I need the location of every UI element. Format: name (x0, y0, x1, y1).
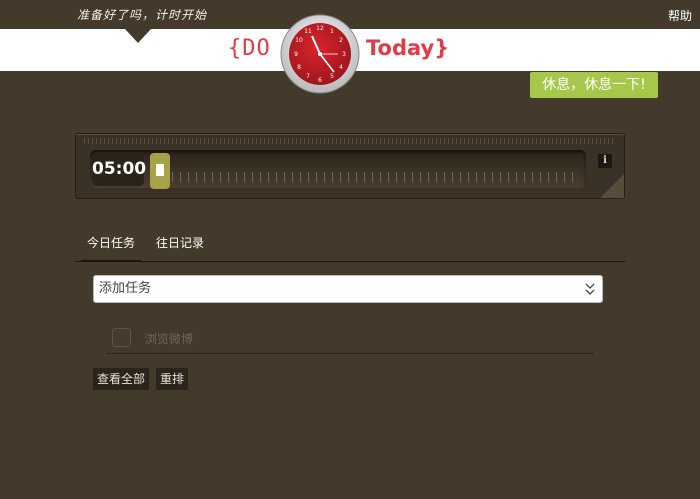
help-link[interactable]: 帮助 (668, 7, 692, 24)
svg-text:10: 10 (295, 37, 303, 44)
svg-text:6: 6 (318, 77, 322, 84)
reorder-button[interactable]: 重排 (156, 368, 189, 390)
timer-panel: 05:00 i (75, 133, 625, 199)
tab-history[interactable]: 往日记录 (150, 236, 210, 262)
svg-text:3: 3 (342, 51, 346, 58)
timer-ruler (84, 138, 616, 144)
view-all-button[interactable]: 查看全部 (93, 368, 150, 390)
logo-text-left: {DO (228, 36, 271, 61)
clock-icon: 12 1 2 3 4 5 6 7 8 9 10 11 (280, 14, 360, 94)
task-label: 浏览微博 (145, 332, 194, 346)
timer-ticks (156, 172, 576, 182)
pointer-triangle-icon (125, 29, 151, 43)
svg-text:5: 5 (330, 73, 334, 80)
task-tabs: 今日任务 往日记录 (75, 230, 625, 262)
timer-slider-handle[interactable] (150, 153, 170, 189)
svg-text:8: 8 (297, 64, 301, 71)
panel-corner (600, 174, 624, 198)
add-task-select[interactable]: 添加任务 (93, 275, 603, 303)
svg-text:2: 2 (339, 37, 343, 44)
chevron-down-icon (584, 276, 596, 311)
svg-text:12: 12 (316, 25, 324, 32)
svg-text:1: 1 (330, 28, 334, 35)
tab-today-tasks[interactable]: 今日任务 (81, 236, 142, 262)
rest-button[interactable]: 休息，休息一下! (530, 72, 658, 98)
svg-text:11: 11 (304, 28, 312, 35)
timer-track[interactable]: 05:00 (90, 150, 586, 189)
svg-text:9: 9 (294, 51, 298, 58)
add-task-value: 添加任务 (99, 281, 152, 296)
svg-text:4: 4 (339, 64, 343, 71)
task-checkbox[interactable] (112, 328, 131, 347)
task-row: 浏览微博 (107, 322, 593, 354)
time-display: 05:00 (92, 152, 146, 186)
tagline: 准备好了吗，计时开始 (77, 8, 208, 22)
logo-text-right: Today} (366, 36, 450, 60)
svg-text:7: 7 (306, 73, 310, 80)
info-icon[interactable]: i (598, 154, 612, 168)
